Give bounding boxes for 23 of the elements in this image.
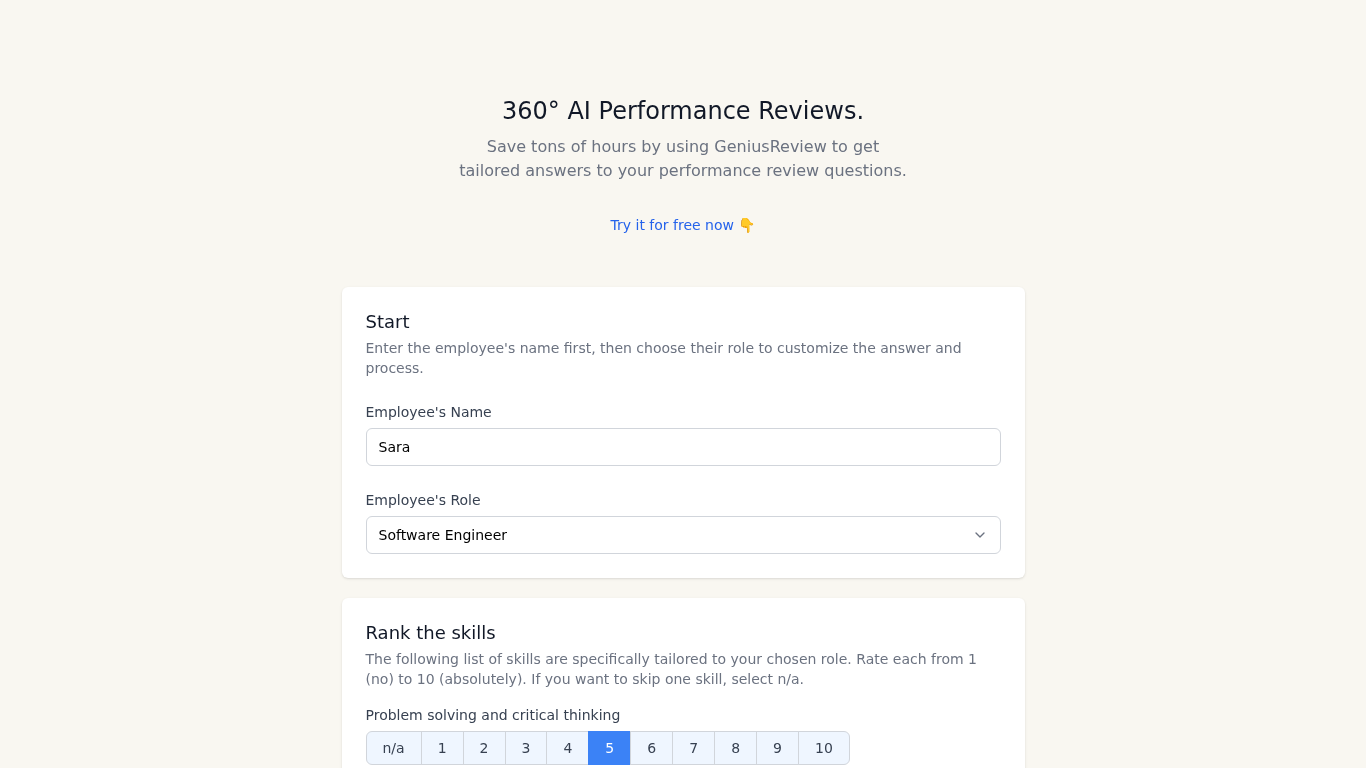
card-title: Rank the skills <box>365 621 497 645</box>
name-input-field[interactable]: Sara <box>365 428 1001 466</box>
rating-option-button[interactable]: 10 <box>797 731 850 765</box>
card-title: Start <box>365 310 411 334</box>
card-description: Enter the employee's name first, then choose their role to customize the answer and process. <box>365 339 963 378</box>
rating-option-button[interactable]: 2 <box>462 731 506 765</box>
page-subtitle: Save tons of hours by using GeniusReview to get tailored answers to your performance review questions. <box>458 136 908 182</box>
rating-option-button[interactable]: 3 <box>504 731 548 765</box>
try-free-link[interactable]: Try it for free now 👇 <box>610 215 756 235</box>
field-label: Employee's Role <box>365 491 482 510</box>
rating-option-button[interactable]: 6 <box>630 731 674 765</box>
rating-option-button[interactable]: 4 <box>546 731 590 765</box>
page-title: 360° AI Performance Reviews. <box>501 96 864 127</box>
skill-label: Problem solving and critical thinking <box>365 706 622 725</box>
rating-option-button[interactable]: 7 <box>672 731 716 765</box>
rating-option-button[interactable]: 1 <box>420 731 464 765</box>
rating-option-button[interactable]: 5 <box>588 731 632 765</box>
role-select-field[interactable]: Software Engineer <box>365 516 1001 554</box>
rating-option-button[interactable]: n/a <box>365 731 422 765</box>
rating-option-button[interactable]: 8 <box>714 731 758 765</box>
card-description: The following list of skills are specifically tailored to your chosen role. Rate each from 1 (no) to 10 (absolutely). If you want to skip one skill, select n/a. <box>365 650 978 689</box>
rating-option-button[interactable]: 9 <box>756 731 799 765</box>
field-label: Employee's Name <box>365 403 493 422</box>
